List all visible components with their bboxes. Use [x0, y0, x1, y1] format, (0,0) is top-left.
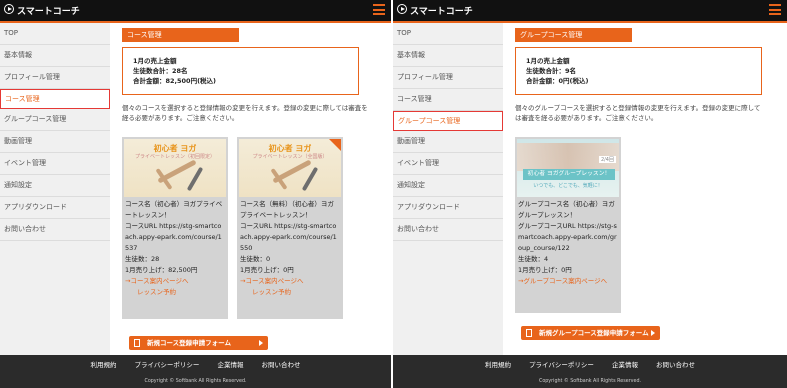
summary-month-label: 1月の売上金額 — [526, 57, 570, 65]
sidebar-item-profile[interactable]: プロフィール管理 — [393, 67, 503, 89]
new-course-application-button[interactable]: 新規コース登録申請フォーム — [129, 336, 268, 350]
session-badge: 2/4回 — [598, 156, 616, 163]
sidebar-item-event[interactable]: イベント管理 — [0, 153, 110, 175]
monthly-sales: 1月売り上げ：82,500円 — [125, 266, 198, 274]
sidebar-item-contact[interactable]: お問い合わせ — [393, 219, 503, 241]
course-management-screen: スマートコーチ TOP 基本情報 プロフィール管理 コース管理 グループコース管… — [0, 0, 391, 388]
new-group-course-application-button[interactable]: 新規グループコース登録申請フォーム — [521, 326, 660, 340]
sidebar-item-top[interactable]: TOP — [0, 23, 110, 45]
sidebar-item-event[interactable]: イベント管理 — [393, 153, 503, 175]
course-guide-link[interactable]: →コース案内ページへ — [240, 276, 340, 287]
sidebar-item-video[interactable]: 動画管理 — [0, 131, 110, 153]
description-text: 個々のコースを選択すると登録情報の変更を行えます。登録の変更に際しては審査を経る… — [122, 104, 368, 122]
hamburger-menu-icon[interactable] — [769, 4, 781, 15]
group-course-name: グループコース名（初心者）ヨガグループレッスン！ — [518, 200, 615, 219]
sidebar-item-group-course[interactable]: グループコース管理 — [0, 109, 110, 131]
sidebar-item-contact[interactable]: お問い合わせ — [0, 219, 110, 241]
sidebar-item-course[interactable]: コース管理 — [0, 89, 110, 109]
course-url: コースURL https://stg-smartcoach.appy-epark… — [125, 222, 222, 252]
app-logo-text[interactable]: スマートコーチ — [410, 4, 473, 17]
copyright: Copyright © Softbank All Rights Reserved… — [144, 379, 247, 384]
sales-summary-box: 1月の売上金額 生徒数合計：9名 合計金額：0円(税込) — [515, 47, 762, 95]
course-guide-link[interactable]: →コース案内ページへ — [125, 276, 225, 287]
course-card[interactable]: 初心者 ヨガ プライベートレッスン（全国版） コース名（無料）（初心者）ヨガプラ… — [237, 137, 343, 319]
section-title: グループコース管理 — [515, 28, 632, 42]
sidebar-item-app-download[interactable]: アプリダウンロード — [393, 197, 503, 219]
app-logo-text[interactable]: スマートコーチ — [17, 4, 80, 17]
group-course-url: グループコースURL https://stg-smartcoach.appy-e… — [518, 222, 617, 252]
footer-link-terms[interactable]: 利用規約 — [485, 359, 511, 369]
yoga-pose-image — [146, 159, 206, 192]
course-thumbnail[interactable]: 初心者 ヨガ プライベートレッスン（初回限定） — [124, 139, 226, 197]
description-text: 個々のグループコースを選択すると登録情報の変更を行えます。登録の変更に際しては審… — [515, 104, 761, 122]
sales-summary-box: 1月の売上金額 生徒数合計：28名 合計金額：82,500円(税込) — [122, 47, 359, 95]
sidebar-item-basic-info[interactable]: 基本情報 — [393, 45, 503, 67]
sidebar: TOP 基本情報 プロフィール管理 コース管理 グループコース管理 動画管理 イ… — [0, 23, 110, 355]
footer-link-contact[interactable]: お問い合わせ — [262, 359, 301, 369]
footer-link-privacy[interactable]: プライバシーポリシー — [529, 359, 594, 369]
group-course-thumbnail[interactable]: 2/4回 初心者 ヨガグループレッスン！ いつでも、どこでも、気軽に！ — [517, 139, 619, 197]
course-thumbnail[interactable]: 初心者 ヨガ プライベートレッスン（全国版） — [239, 139, 341, 197]
sidebar-item-course[interactable]: コース管理 — [393, 89, 503, 111]
student-count: 生徒数：28 — [125, 255, 160, 263]
clipboard-icon — [134, 339, 140, 347]
student-count: 生徒数：4 — [518, 255, 549, 263]
footer-link-contact[interactable]: お問い合わせ — [656, 359, 695, 369]
summary-student-total: 生徒数合計：28名 — [133, 67, 188, 75]
new-group-course-application-label: 新規グループコース登録申請フォーム — [539, 329, 649, 337]
thumbnail-banner: 初心者 ヨガグループレッスン！ — [523, 169, 615, 180]
lesson-reservation-link[interactable]: レッスン予約 — [125, 287, 225, 298]
sidebar-item-basic-info[interactable]: 基本情報 — [0, 45, 110, 67]
lesson-reservation-link[interactable]: レッスン予約 — [240, 287, 340, 298]
sidebar-item-top[interactable]: TOP — [393, 23, 503, 45]
sidebar-item-notification[interactable]: 通知設定 — [393, 175, 503, 197]
group-course-card[interactable]: 2/4回 初心者 ヨガグループレッスン！ いつでも、どこでも、気軽に！ グループ… — [515, 137, 621, 313]
course-card[interactable]: 初心者 ヨガ プライベートレッスン（初回限定） コース名（初心者）ヨガプライベー… — [122, 137, 228, 319]
footer-link-privacy[interactable]: プライバシーポリシー — [135, 359, 200, 369]
footer: 利用規約 プライバシーポリシー 企業情報 お問い合わせ Copyright © … — [393, 355, 787, 388]
logo-icon — [397, 4, 407, 14]
sidebar-item-notification[interactable]: 通知設定 — [0, 175, 110, 197]
sidebar-item-video[interactable]: 動画管理 — [393, 131, 503, 153]
group-course-guide-link[interactable]: →グループコース案内ページへ — [518, 276, 618, 287]
summary-month-label: 1月の売上金額 — [133, 57, 177, 65]
main-content: グループコース管理 1月の売上金額 生徒数合計：9名 合計金額：0円(税込) 個… — [515, 23, 783, 313]
course-card-list: 初心者 ヨガ プライベートレッスン（初回限定） コース名（初心者）ヨガプライベー… — [122, 137, 387, 319]
course-url: コースURL https://stg-smartcoach.appy-epark… — [240, 222, 337, 252]
hamburger-menu-icon[interactable] — [373, 4, 385, 15]
group-course-management-screen: スマートコーチ TOP 基本情報 プロフィール管理 コース管理 グループコース管… — [393, 0, 787, 388]
clipboard-icon — [526, 329, 532, 337]
monthly-sales: 1月売り上げ：0円 — [240, 266, 294, 274]
summary-student-total: 生徒数合計：9名 — [526, 67, 577, 75]
group-course-card-list: 2/4回 初心者 ヨガグループレッスン！ いつでも、どこでも、気軽に！ グループ… — [515, 137, 783, 313]
summary-amount-total: 合計金額：82,500円(税込) — [133, 77, 217, 85]
thumbnail-subcaption: プライベートレッスン（初回限定） — [134, 154, 215, 160]
header-bar: スマートコーチ — [0, 0, 391, 23]
thumbnail-tagline: いつでも、どこでも、気軽に！ — [533, 183, 603, 189]
header-bar: スマートコーチ — [393, 0, 787, 23]
course-name: コース名（無料）（初心者）ヨガプライベートレッスン！ — [240, 200, 334, 219]
footer-link-company[interactable]: 企業情報 — [612, 359, 638, 369]
footer-link-terms[interactable]: 利用規約 — [90, 359, 116, 369]
yoga-pose-image — [261, 159, 321, 192]
thumbnail-subcaption: プライベートレッスン（全国版） — [252, 154, 328, 160]
sidebar-item-profile[interactable]: プロフィール管理 — [0, 67, 110, 89]
sidebar: TOP 基本情報 プロフィール管理 コース管理 グループコース管理 動画管理 イ… — [393, 23, 503, 355]
copyright: Copyright © Softbank All Rights Reserved… — [538, 379, 642, 384]
footer: 利用規約 プライバシーポリシー 企業情報 お問い合わせ Copyright © … — [0, 355, 391, 388]
new-course-application-label: 新規コース登録申請フォーム — [147, 339, 231, 347]
main-content: コース管理 1月の売上金額 生徒数合計：28名 合計金額：82,500円(税込)… — [122, 23, 387, 319]
summary-amount-total: 合計金額：0円(税込) — [526, 77, 589, 85]
footer-link-company[interactable]: 企業情報 — [217, 359, 243, 369]
monthly-sales: 1月売り上げ：0円 — [518, 266, 572, 274]
logo-icon — [4, 4, 14, 14]
sidebar-item-group-course[interactable]: グループコース管理 — [393, 111, 503, 131]
course-name: コース名（初心者）ヨガプライベートレッスン！ — [125, 200, 223, 219]
student-count: 生徒数：0 — [240, 255, 271, 263]
section-title: コース管理 — [122, 28, 239, 42]
sidebar-item-app-download[interactable]: アプリダウンロード — [0, 197, 110, 219]
